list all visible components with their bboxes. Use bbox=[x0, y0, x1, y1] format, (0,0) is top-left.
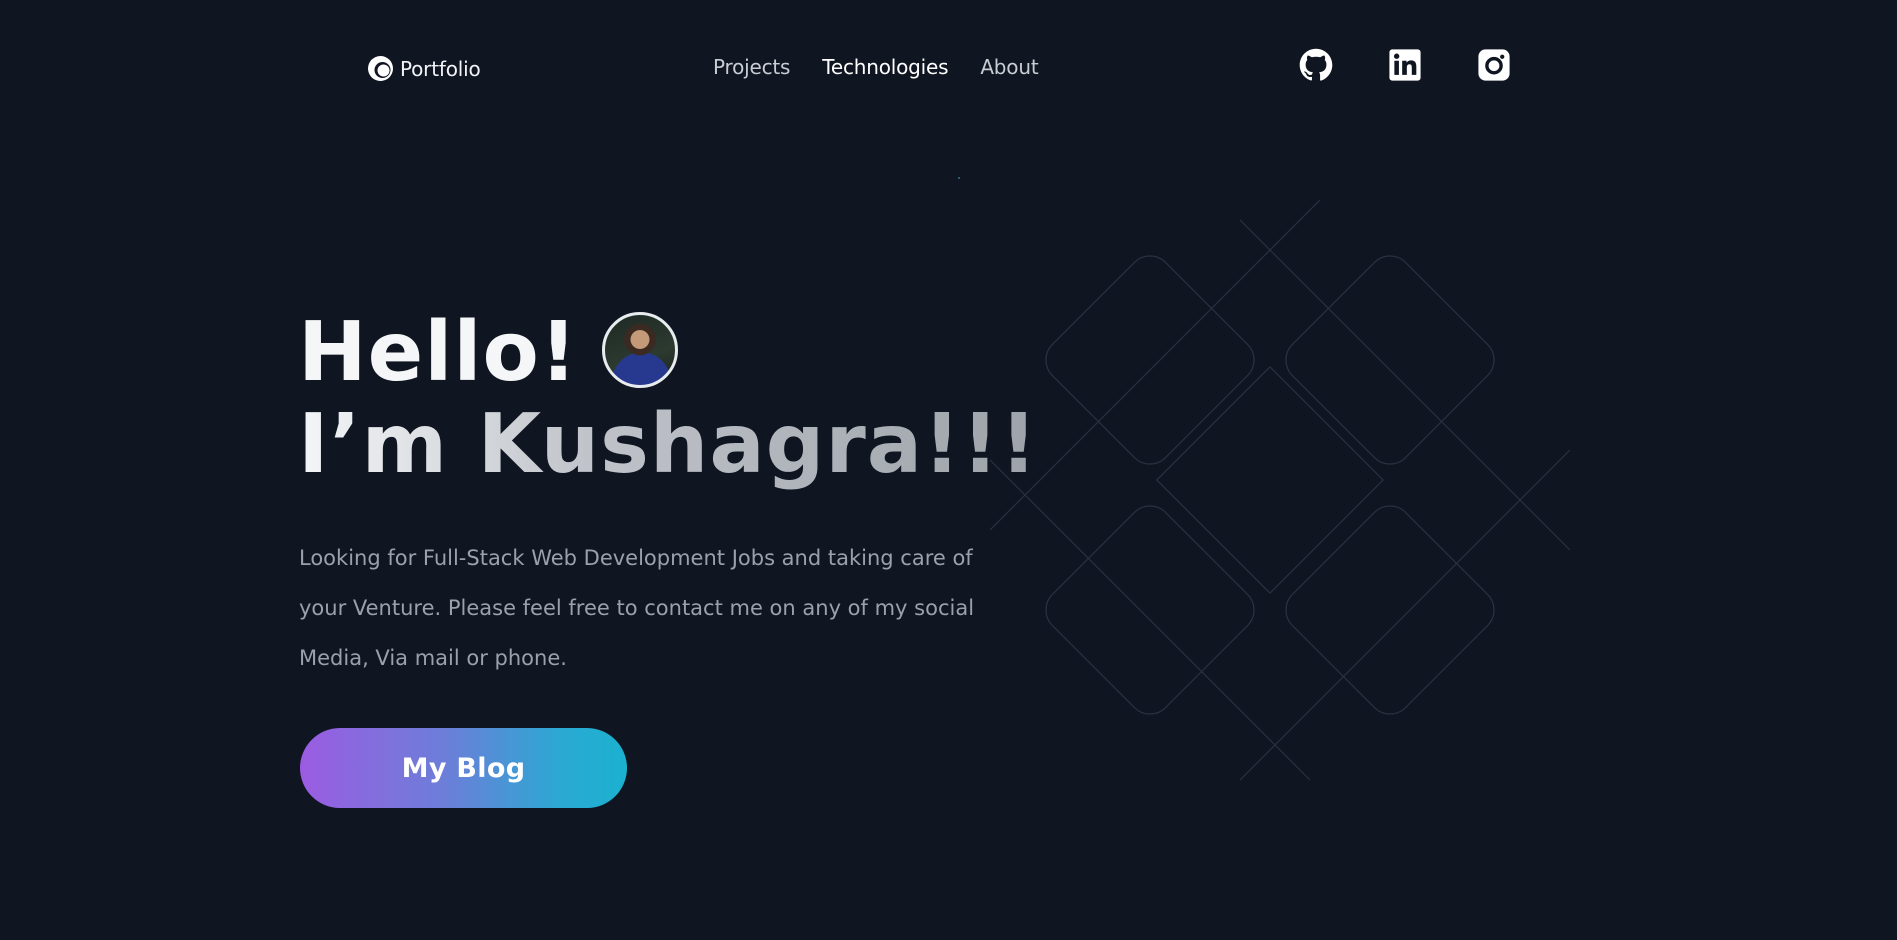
hero-greeting-line: Hello! bbox=[298, 307, 1038, 399]
hero-name-line: I’m Kushagra!!! bbox=[298, 399, 1038, 491]
page: Portfolio Projects Technologies About He… bbox=[0, 0, 1897, 940]
linkedin-icon bbox=[1389, 49, 1421, 81]
hero-greeting: Hello! bbox=[298, 305, 579, 400]
my-blog-button[interactable]: My Blog bbox=[300, 728, 627, 808]
social-links bbox=[1299, 48, 1511, 82]
hero-name: I’m Kushagra!!! bbox=[298, 397, 1039, 492]
top-navigation: Portfolio Projects Technologies About bbox=[0, 0, 1897, 136]
logo-icon bbox=[368, 56, 393, 81]
avatar bbox=[602, 312, 679, 388]
logo-link[interactable]: Portfolio bbox=[367, 55, 481, 82]
nav-link-projects[interactable]: Projects bbox=[713, 55, 790, 79]
nav-links: Projects Technologies About bbox=[713, 55, 1039, 79]
github-icon bbox=[1299, 48, 1333, 81]
nav-link-technologies[interactable]: Technologies bbox=[822, 55, 948, 79]
nav-link-about[interactable]: About bbox=[980, 55, 1038, 79]
instagram-link[interactable] bbox=[1477, 48, 1511, 82]
decorative-dot bbox=[958, 177, 960, 179]
linkedin-link[interactable] bbox=[1388, 48, 1422, 82]
logo-text: Portfolio bbox=[400, 56, 481, 81]
hero-heading: Hello! I’m Kushagra!!! bbox=[298, 307, 1038, 491]
background-pattern bbox=[990, 200, 1571, 781]
hero-description: Looking for Full-Stack Web Development J… bbox=[299, 546, 975, 670]
github-link[interactable] bbox=[1299, 48, 1333, 82]
instagram-icon bbox=[1478, 49, 1510, 81]
